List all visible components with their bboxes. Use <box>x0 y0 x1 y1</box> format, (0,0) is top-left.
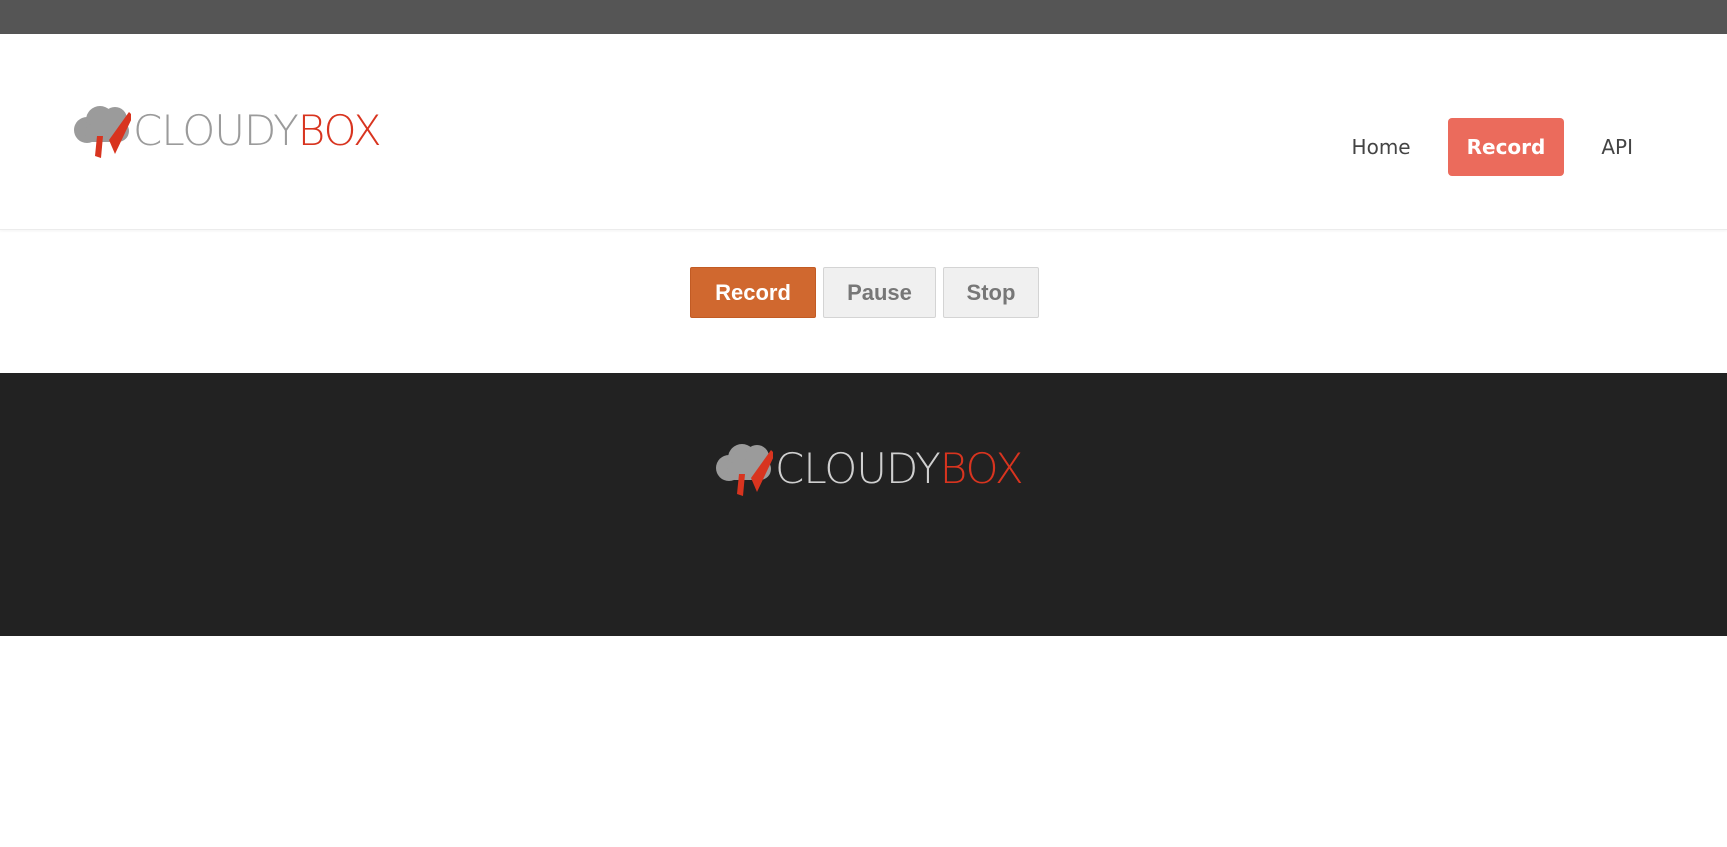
site-header: CLOUDYBOX Home Record API <box>0 34 1727 230</box>
logo-word-box: BOX <box>297 106 382 155</box>
top-bar <box>0 0 1727 34</box>
recorder-controls: Record Pause Stop <box>690 267 1039 318</box>
site-logo[interactable]: CLOUDYBOX <box>73 100 382 160</box>
footer-logo-word-cloudy: CLOUDY <box>775 444 941 493</box>
main-nav: Home Record API <box>1333 118 1652 176</box>
footer-logo: CLOUDYBOX <box>715 438 1024 498</box>
site-footer: CLOUDYBOX <box>0 373 1727 636</box>
stop-button[interactable]: Stop <box>943 267 1039 318</box>
nav-record-link[interactable]: Record <box>1447 118 1565 176</box>
footer-logo-wordmark: CLOUDYBOX <box>775 448 1024 490</box>
footer-logo-word-box: BOX <box>939 444 1024 493</box>
logo-wordmark: CLOUDYBOX <box>133 110 382 152</box>
pause-button[interactable]: Pause <box>823 267 936 318</box>
nav-api-link[interactable]: API <box>1582 118 1652 176</box>
record-button[interactable]: Record <box>690 267 816 318</box>
cloud-logo-icon <box>74 106 131 158</box>
logo-word-cloudy: CLOUDY <box>133 106 299 155</box>
cloud-logo-icon <box>716 444 773 496</box>
nav-home-link[interactable]: Home <box>1333 118 1430 176</box>
